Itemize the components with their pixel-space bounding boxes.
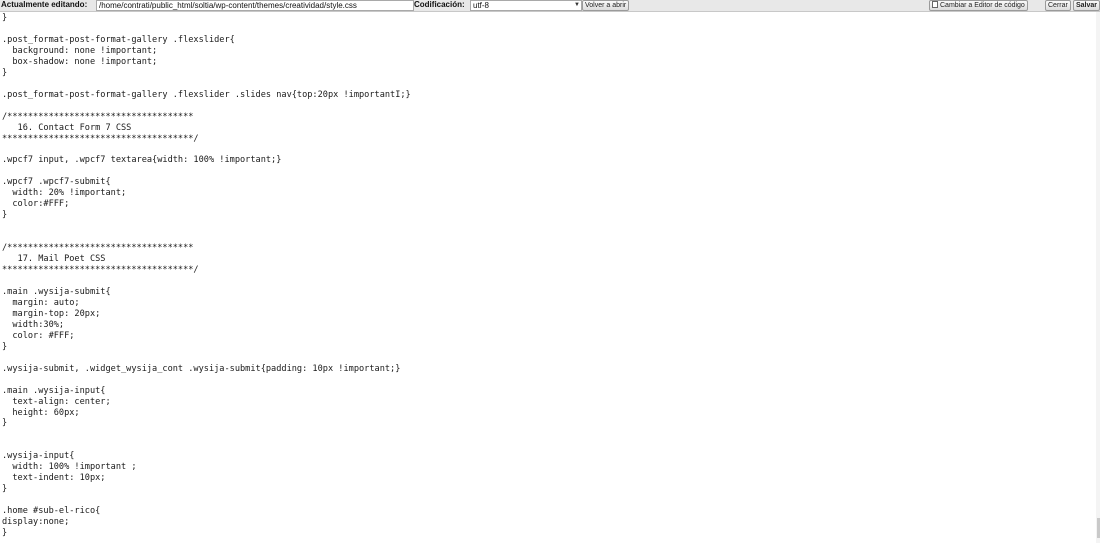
code-line: *************************************/ [2,133,199,144]
code-line: } [2,484,8,495]
code-line: /************************************ [2,243,194,254]
editing-label: Actualmente editando: [1,0,88,9]
encoding-label: Codificación: [414,0,465,9]
code-line: .wysija-input{ [2,451,75,462]
document-icon [932,1,938,8]
code-line: .wpcf7 .wpcf7-submit{ [2,177,111,188]
file-path-field[interactable]: /home/contrati/public_html/soltia/wp-con… [96,0,414,11]
code-line: color:#FFF; [2,199,70,210]
editor-toolbar: Actualmente editando: /home/contrati/pub… [0,0,1100,12]
code-line: margin-top: 20px; [2,308,101,319]
code-line: } [2,67,8,78]
code-line: .wysija-submit, .widget_wysija_cont .wys… [2,363,401,374]
save-button[interactable]: Salvar [1073,0,1100,11]
code-line: width:30%; [2,319,65,330]
close-button[interactable]: Cerrar [1045,0,1071,11]
code-editor-textarea[interactable]: width: 100% !important;}.post_format-pos… [0,0,1096,543]
vertical-scrollbar[interactable] [1096,12,1100,543]
code-line: .home #sub-el-rico{ [2,506,101,517]
code-line: width: 20% !important; [2,188,127,199]
code-line: *************************************/ [2,265,199,276]
code-line: color: #FFF; [2,330,75,341]
code-line: .post_format-post-format-gallery .flexsl… [2,34,235,45]
code-line: margin: auto; [2,297,80,308]
code-line: .main .wysija-submit{ [2,286,111,297]
code-line: .wpcf7 input, .wpcf7 textarea{width: 100… [2,155,282,166]
switch-editor-button[interactable]: Cambiar a Editor de código [929,0,1028,11]
switch-editor-label: Cambiar a Editor de código [940,2,1025,9]
code-line: text-align: center; [2,396,111,407]
code-line: background: none !important; [2,45,158,56]
code-line: height: 60px; [2,407,80,418]
code-line: } [2,12,8,23]
code-line: display:none; [2,517,70,528]
code-line: 17. Mail Poet CSS [2,254,106,265]
code-line: .post_format-post-format-gallery .flexsl… [2,89,411,100]
code-line: /************************************ [2,111,194,122]
code-line: text-indent: 10px; [2,473,106,484]
dropdown-arrow-icon: ▼ [574,2,580,8]
encoding-value: utf-8 [473,1,490,10]
code-line: } [2,341,8,352]
reopen-button[interactable]: Volver a abrir [582,0,630,11]
code-line: .main .wysija-input{ [2,385,106,396]
code-line: } [2,210,8,221]
code-line: width: 100% !important ; [2,462,137,473]
code-line: 16. Contact Form 7 CSS [2,122,132,133]
code-line: } [2,528,8,539]
encoding-select[interactable]: utf-8 ▼ [470,0,582,11]
code-line: } [2,418,8,429]
code-line: box-shadow: none !important; [2,56,158,67]
